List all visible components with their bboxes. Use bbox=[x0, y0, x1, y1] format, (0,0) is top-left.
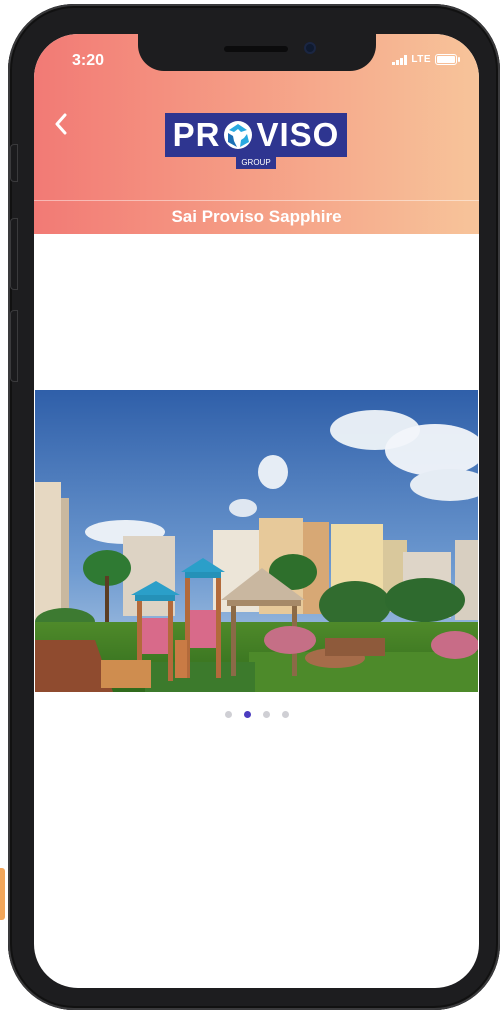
volume-up-button bbox=[10, 218, 18, 290]
project-render-image bbox=[35, 390, 478, 692]
logo-subtext: GROUP bbox=[236, 157, 276, 169]
logo-wordmark: PR VISO bbox=[165, 113, 347, 157]
project-title: Sai Proviso Sapphire bbox=[171, 207, 342, 226]
proviso-logo: PR VISO GROUP bbox=[165, 113, 347, 170]
logo-text-left: PR bbox=[172, 116, 221, 153]
silent-switch bbox=[10, 144, 18, 182]
edge-accent bbox=[0, 868, 5, 920]
app-screen: 3:20 LTE PR VISO GROUP Sai Proviso Sapph… bbox=[34, 34, 479, 988]
phone-notch bbox=[138, 34, 376, 71]
carousel-dot-2[interactable] bbox=[243, 711, 251, 718]
back-chevron-icon bbox=[55, 113, 67, 135]
volume-down-button bbox=[10, 310, 18, 382]
battery-icon bbox=[435, 54, 460, 65]
earpiece bbox=[224, 46, 288, 52]
logo-mark-icon bbox=[224, 121, 253, 149]
network-label: LTE bbox=[411, 54, 431, 65]
front-camera bbox=[304, 42, 316, 54]
signal-icon bbox=[392, 54, 408, 65]
carousel-dot-4[interactable] bbox=[281, 711, 289, 718]
status-time: 3:20 bbox=[72, 52, 105, 69]
carousel-dot-1[interactable] bbox=[224, 711, 232, 718]
carousel-dot-3[interactable] bbox=[262, 711, 270, 718]
header-divider bbox=[34, 200, 479, 201]
logo-text-right: VISO bbox=[256, 116, 340, 153]
carousel-image[interactable] bbox=[35, 390, 478, 692]
carousel-pagination bbox=[34, 711, 479, 718]
status-indicators: LTE bbox=[392, 54, 460, 65]
back-button[interactable] bbox=[46, 106, 76, 142]
